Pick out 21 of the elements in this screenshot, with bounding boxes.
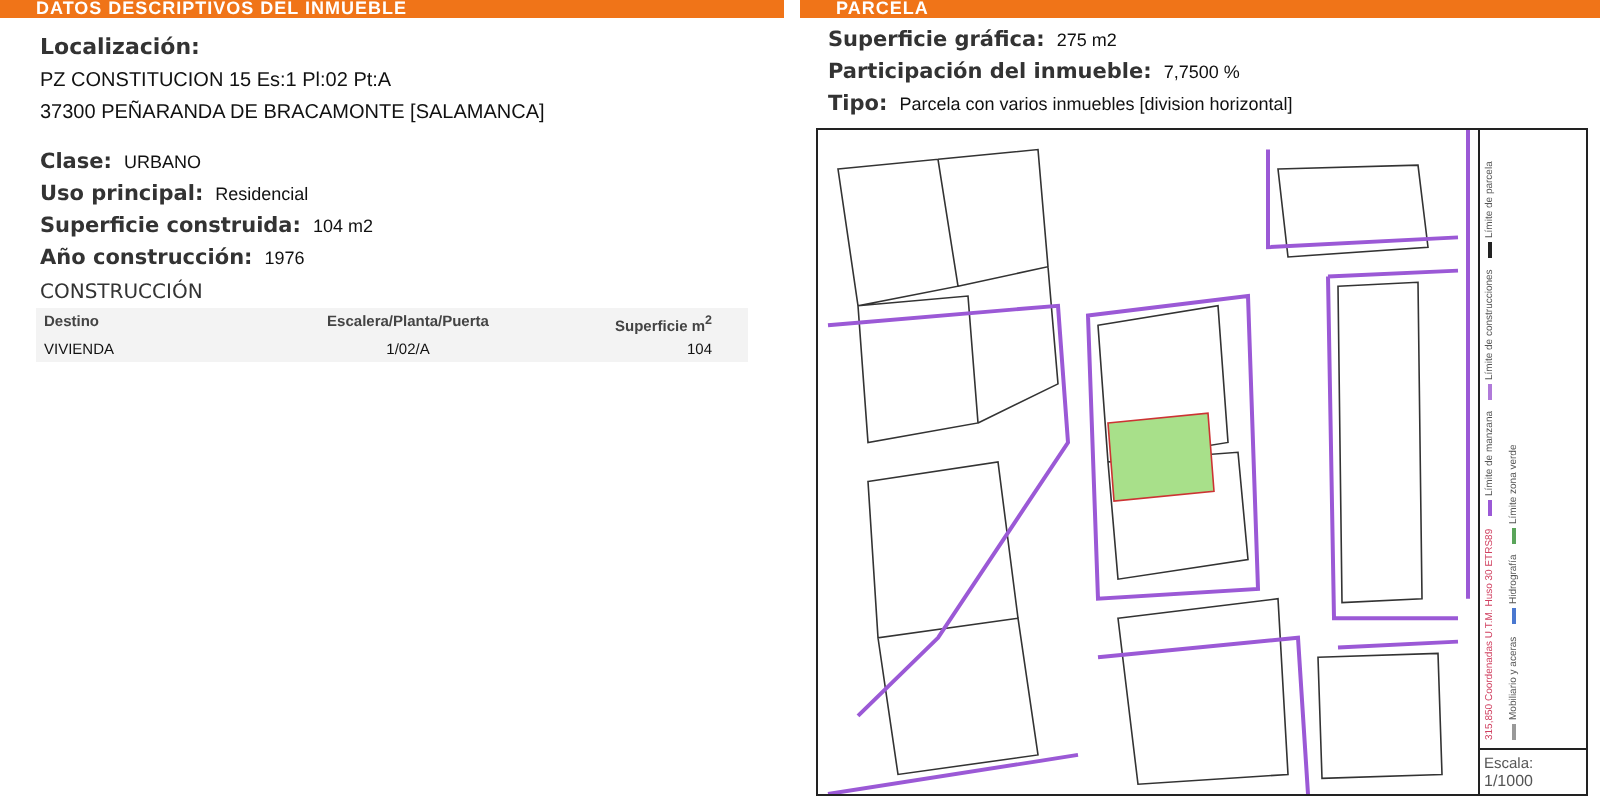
field-value: 275 m2	[1056, 30, 1117, 50]
field-label: Participación del inmueble:	[828, 60, 1152, 84]
field-value: 104 m2	[312, 216, 374, 236]
address-line: 37300 PEÑARANDA DE BRACAMONTE [SALAMANCA]	[40, 98, 547, 128]
field-label: Superficie gráfica:	[828, 28, 1045, 52]
field-label: Localización:	[40, 34, 202, 60]
field-value: Residencial	[215, 184, 309, 204]
field-value: 1976	[264, 248, 305, 268]
field-value: Parcela con varios inmuebles [division horizontal]	[899, 94, 1293, 114]
section-header: DATOS DESCRIPTIVOS DEL INMUEBLE	[0, 0, 784, 18]
field-label: Superficie construida:	[40, 214, 301, 238]
section-title: CONSTRUCCIÓN	[38, 277, 205, 308]
field-value: URBANO	[123, 152, 201, 172]
field-label: Tipo:	[828, 92, 888, 116]
field-label: Año construcción:	[40, 246, 253, 270]
field-label: Uso principal:	[40, 182, 204, 206]
scale-value: 1/1000	[1484, 772, 1535, 790]
field-label: Clase:	[40, 150, 112, 174]
field-value: 7,7500 %	[1163, 62, 1240, 82]
section-header: PARCELA	[800, 0, 1600, 18]
address-line: PZ CONSTITUCION 15 Es:1 Pl:02 Pt:A	[40, 68, 394, 96]
